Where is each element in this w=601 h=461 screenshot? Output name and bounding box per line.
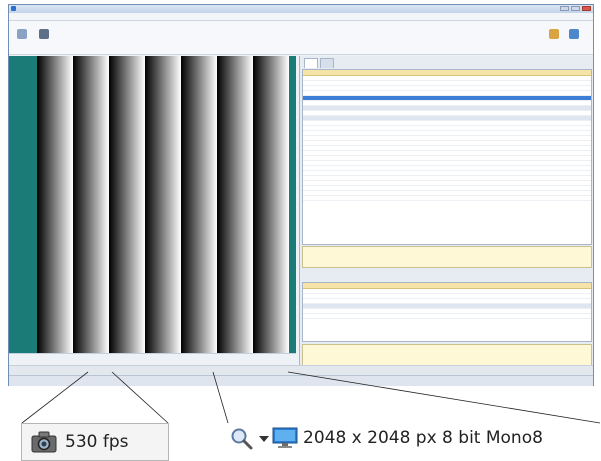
bottom-strip xyxy=(9,375,593,386)
close-button[interactable] xyxy=(582,6,591,11)
viewer-info-bar xyxy=(9,365,593,375)
fps-callout: 530 fps xyxy=(21,423,169,461)
camera-icon xyxy=(31,431,57,453)
image-viewer[interactable] xyxy=(9,56,296,353)
feature-grid xyxy=(302,69,592,245)
image-info-label: 2048 x 2048 px 8 bit Mono8 xyxy=(303,428,543,448)
chevron-down-icon[interactable] xyxy=(259,436,269,442)
title-bar xyxy=(9,5,593,13)
fps-label: 530 fps xyxy=(65,432,129,452)
monitor-icon xyxy=(272,427,298,448)
toolbar-icon-3 xyxy=(549,29,559,39)
panel-tabs xyxy=(304,58,334,68)
app-icon xyxy=(11,6,16,11)
image-info-callout: 2048 x 2048 px 8 bit Mono8 xyxy=(226,421,601,461)
magnifier-icon[interactable] xyxy=(230,427,254,451)
maximize-button[interactable] xyxy=(571,6,580,11)
main-window xyxy=(8,4,594,386)
toolbar-icon-1 xyxy=(17,29,27,39)
toolbar-icon-4 xyxy=(569,29,579,39)
minimize-button[interactable] xyxy=(560,6,569,11)
feature-description xyxy=(302,246,592,268)
test-pattern-image xyxy=(37,56,289,353)
toolbar xyxy=(9,21,593,55)
panel-tab-2[interactable] xyxy=(320,58,334,68)
toolbar-icon-2 xyxy=(39,29,49,39)
window-controls xyxy=(560,6,591,11)
feature-grid-secondary xyxy=(302,282,592,342)
toolbar-button-1[interactable] xyxy=(13,27,31,51)
toolbar-button-4[interactable] xyxy=(565,27,583,51)
toolbar-button-3[interactable] xyxy=(545,27,563,51)
menu-bar xyxy=(9,13,593,21)
viewer-statusbar xyxy=(9,353,296,365)
feature-panel xyxy=(299,56,593,385)
secondary-description xyxy=(302,344,592,366)
panel-tab-1[interactable] xyxy=(304,58,318,68)
toolbar-button-2[interactable] xyxy=(35,27,53,51)
